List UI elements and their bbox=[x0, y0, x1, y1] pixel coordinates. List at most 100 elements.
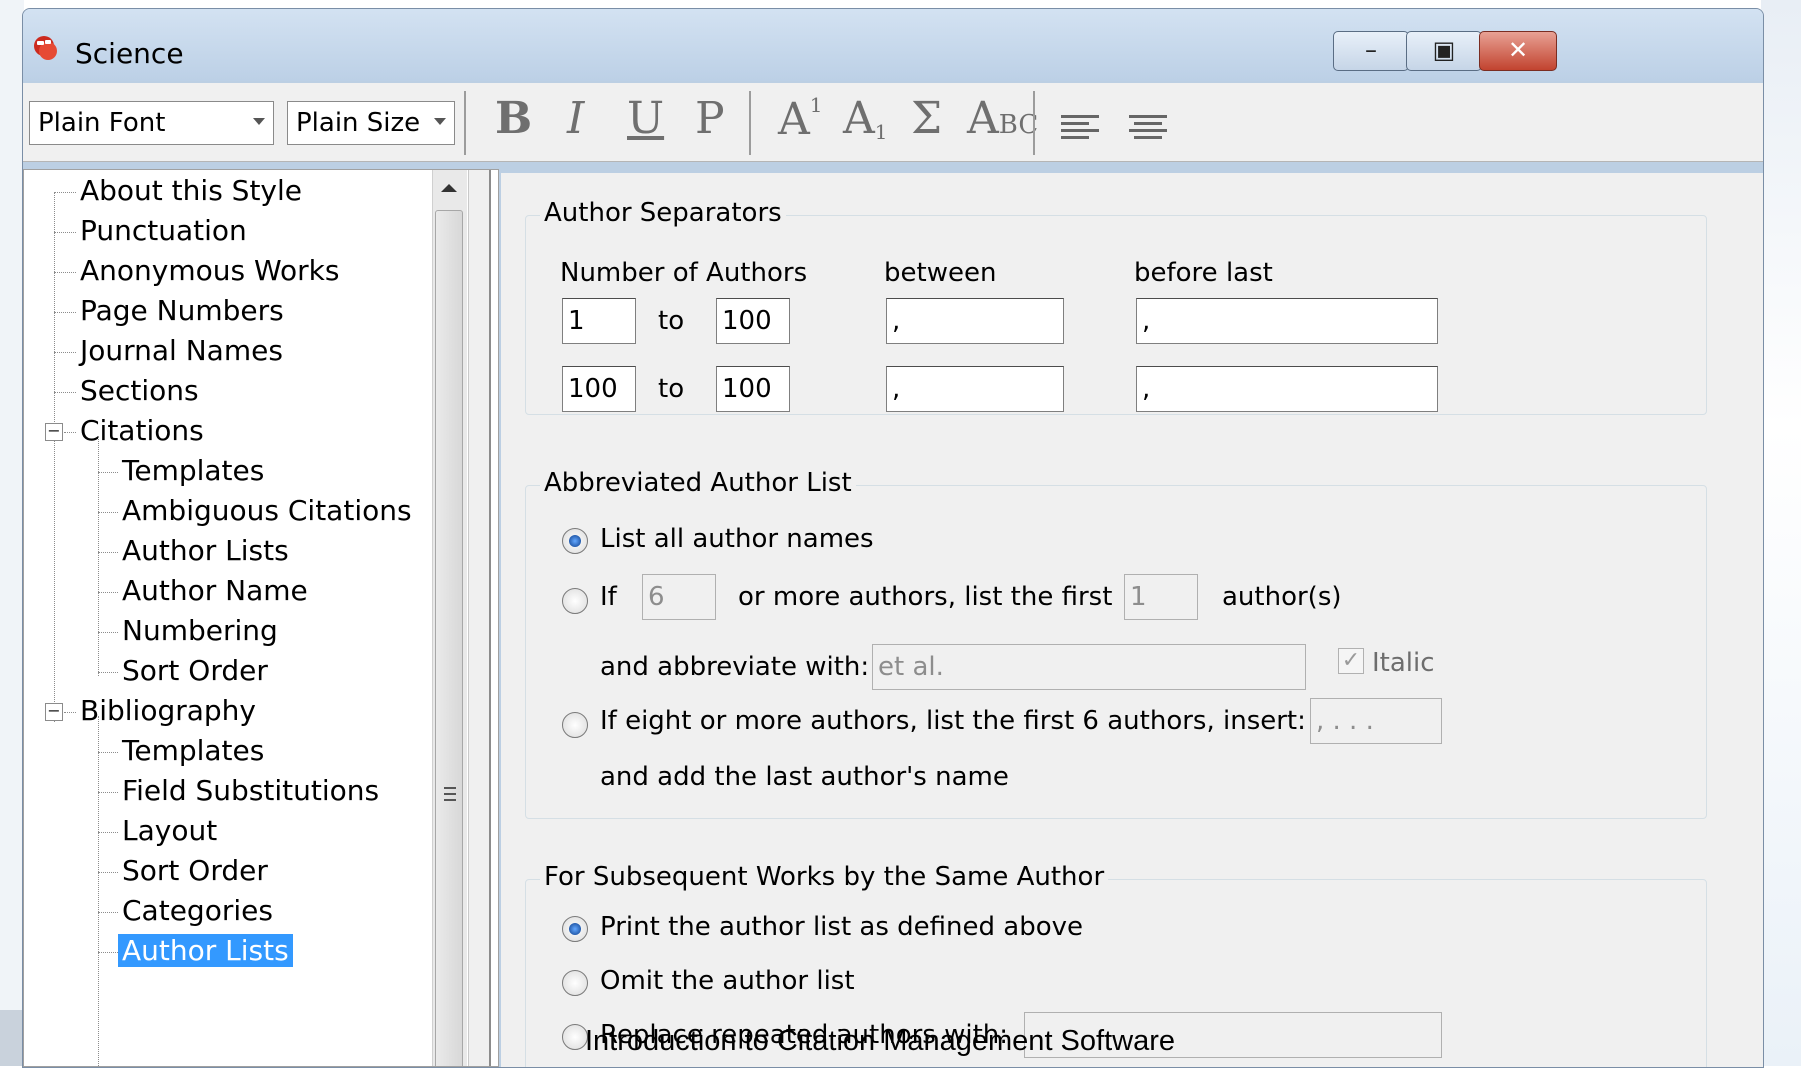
align-left-icon[interactable] bbox=[1061, 115, 1101, 143]
tree-item-field-substitutions[interactable]: Field Substitutions bbox=[122, 774, 379, 807]
plain-button[interactable]: P bbox=[695, 93, 725, 144]
list-first-count-field[interactable] bbox=[1124, 574, 1198, 620]
underline-button[interactable]: U bbox=[627, 93, 664, 144]
tree-item-journal-names[interactable]: Journal Names bbox=[80, 334, 283, 367]
maximize-button[interactable]: ▣ bbox=[1406, 31, 1482, 71]
italic-button[interactable]: I bbox=[567, 93, 584, 144]
list-all-radio[interactable] bbox=[562, 528, 588, 554]
tree-item-sections[interactable]: Sections bbox=[80, 374, 199, 407]
abbreviated-author-list-group: Abbreviated Author List List all author … bbox=[525, 468, 1707, 819]
font-select-value: Plain Font bbox=[38, 108, 166, 138]
subscript-button[interactable]: A1 bbox=[843, 93, 888, 144]
omit-author-list-label[interactable]: Omit the author list bbox=[600, 966, 855, 996]
tree-item-citations[interactable]: Citations bbox=[80, 414, 204, 447]
row1-from-field[interactable] bbox=[562, 298, 636, 344]
superscript-button[interactable]: A1 bbox=[778, 93, 823, 145]
insert-field[interactable] bbox=[1310, 698, 1442, 744]
list-all-label[interactable]: List all author names bbox=[600, 524, 874, 554]
size-select-value: Plain Size bbox=[296, 108, 421, 138]
print-author-list-radio[interactable] bbox=[562, 916, 588, 942]
tree-line bbox=[54, 192, 76, 193]
eight-or-more-label[interactable]: If eight or more authors, list the first… bbox=[600, 706, 1306, 736]
row2-between-field[interactable] bbox=[886, 366, 1064, 412]
tree-item-categories[interactable]: Categories bbox=[122, 894, 273, 927]
tree-item-author-name[interactable]: Author Name bbox=[122, 574, 308, 607]
tree-line bbox=[98, 716, 99, 1066]
minimize-icon: – bbox=[1365, 36, 1377, 64]
tree-line bbox=[98, 512, 118, 513]
toolbar-divider bbox=[749, 91, 751, 155]
superscript-mark: 1 bbox=[809, 93, 823, 117]
collapse-bibliography-toggle[interactable]: − bbox=[45, 703, 63, 721]
desktop-background bbox=[0, 1010, 24, 1066]
tree-item-anonymous-works[interactable]: Anonymous Works bbox=[80, 254, 339, 287]
row1-to-field[interactable] bbox=[716, 298, 790, 344]
tree-line bbox=[54, 272, 76, 273]
author-separators-group: Author Separators Number of Authors betw… bbox=[525, 198, 1707, 415]
tree-item-citations-author-lists[interactable]: Author Lists bbox=[122, 534, 289, 567]
author-separators-legend: Author Separators bbox=[540, 198, 786, 228]
tree-item-punctuation[interactable]: Punctuation bbox=[80, 214, 247, 247]
tree-line bbox=[98, 912, 118, 913]
desktop-background bbox=[0, 0, 24, 1066]
abbreviate-with-label: and abbreviate with: bbox=[600, 652, 870, 682]
print-author-list-label[interactable]: Print the author list as defined above bbox=[600, 912, 1083, 942]
row2-before-last-field[interactable] bbox=[1136, 366, 1438, 412]
tree-line bbox=[54, 392, 76, 393]
tree-item-bibliography-templates[interactable]: Templates bbox=[122, 734, 264, 767]
collapse-citations-toggle[interactable]: − bbox=[45, 423, 63, 441]
font-select[interactable]: Plain Font bbox=[29, 101, 274, 145]
panel-splitter[interactable] bbox=[468, 170, 491, 1066]
align-center-icon[interactable] bbox=[1129, 115, 1169, 143]
tree-line bbox=[54, 232, 76, 233]
scroll-thumb[interactable] bbox=[435, 210, 463, 1066]
size-select[interactable]: Plain Size bbox=[287, 101, 455, 145]
tree-scrollbar[interactable] bbox=[432, 170, 467, 1066]
tree-line bbox=[98, 672, 118, 673]
tree-item-ambiguous-citations[interactable]: Ambiguous Citations bbox=[122, 494, 412, 527]
scroll-up-icon[interactable] bbox=[441, 184, 457, 192]
tree-line bbox=[98, 832, 118, 833]
grip-icon bbox=[444, 787, 456, 805]
authors-suffix-label: author(s) bbox=[1222, 582, 1342, 612]
tree-item-citations-templates[interactable]: Templates bbox=[122, 454, 264, 487]
or-more-authors-label: or more authors, list the first bbox=[738, 582, 1113, 612]
if-label[interactable]: If bbox=[600, 582, 617, 612]
abbreviate-with-field[interactable] bbox=[872, 644, 1306, 690]
row1-between-field[interactable] bbox=[886, 298, 1064, 344]
omit-author-list-radio[interactable] bbox=[562, 970, 588, 996]
tree-item-bibliography-sort-order[interactable]: Sort Order bbox=[122, 854, 268, 887]
toolbar-divider bbox=[1033, 91, 1035, 155]
tree-line bbox=[64, 712, 76, 713]
tree-line bbox=[98, 552, 118, 553]
row2-from-field[interactable] bbox=[562, 366, 636, 412]
superscript-letter: A bbox=[778, 94, 810, 145]
tree-item-layout[interactable]: Layout bbox=[122, 814, 217, 847]
tree-item-about-this-style[interactable]: About this Style bbox=[80, 174, 302, 207]
italic-checkbox[interactable]: ✓ bbox=[1338, 648, 1364, 674]
if-more-authors-radio[interactable] bbox=[562, 588, 588, 614]
tree-line bbox=[98, 952, 118, 953]
row2-to-field[interactable] bbox=[716, 366, 790, 412]
between-header: between bbox=[884, 258, 997, 288]
author-count-field[interactable] bbox=[642, 574, 716, 620]
smallcaps-button[interactable]: ABC bbox=[967, 93, 1038, 144]
add-last-author-label: and add the last author's name bbox=[600, 762, 1009, 792]
tree-item-citations-sort-order[interactable]: Sort Order bbox=[122, 654, 268, 687]
italic-label[interactable]: Italic bbox=[1372, 648, 1435, 678]
format-toolbar: Plain Font Plain Size B I U P A1 A1 Σ AB… bbox=[23, 83, 1763, 162]
tree-item-bibliography-author-lists[interactable]: Author Lists bbox=[118, 934, 293, 967]
tree-item-numbering[interactable]: Numbering bbox=[122, 614, 278, 647]
tree-line bbox=[54, 352, 76, 353]
row1-before-last-field[interactable] bbox=[1136, 298, 1438, 344]
tree-item-page-numbers[interactable]: Page Numbers bbox=[80, 294, 284, 327]
title-bar[interactable]: Science – ▣ ✕ bbox=[23, 9, 1763, 81]
eight-or-more-radio[interactable] bbox=[562, 712, 588, 738]
close-button[interactable]: ✕ bbox=[1479, 31, 1557, 71]
minimize-button[interactable]: – bbox=[1333, 31, 1409, 71]
tree-item-bibliography[interactable]: Bibliography bbox=[80, 694, 256, 727]
slide-caption: Introduction to Citation Management Soft… bbox=[585, 1025, 1175, 1057]
bold-button[interactable]: B bbox=[495, 93, 532, 144]
window-title: Science bbox=[75, 37, 184, 70]
symbol-button[interactable]: Σ bbox=[911, 93, 942, 144]
